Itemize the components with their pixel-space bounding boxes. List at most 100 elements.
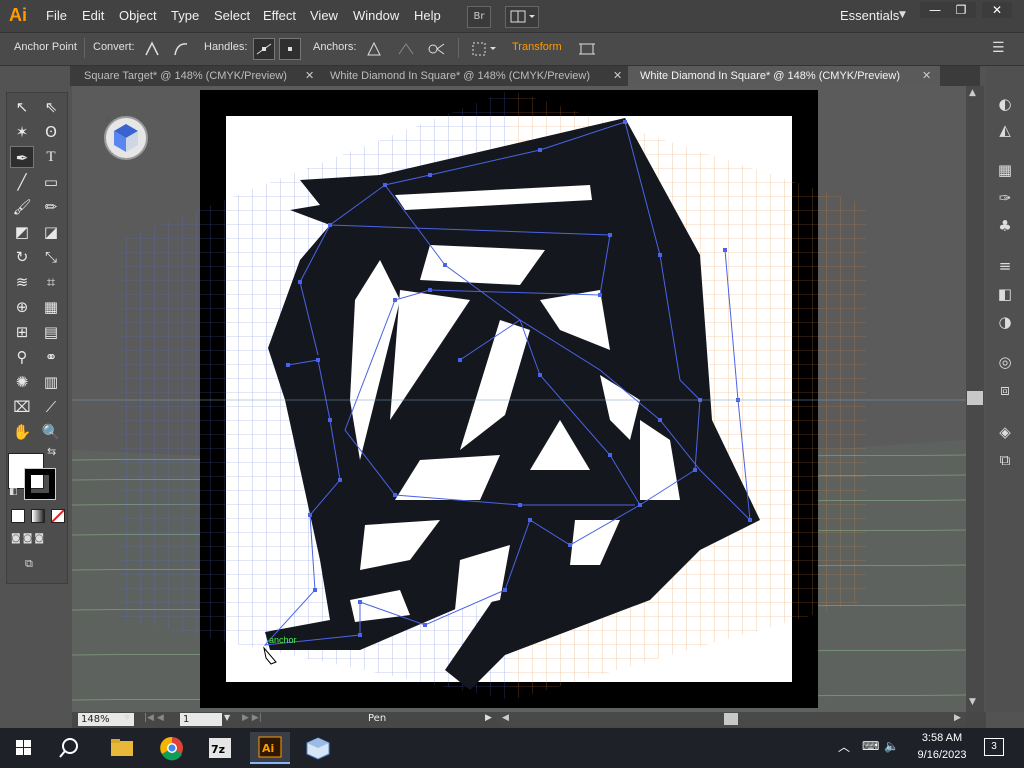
- swatches-icon[interactable]: ▦: [994, 160, 1016, 180]
- show-hidden-icons-icon[interactable]: ︿: [838, 738, 850, 755]
- layers-icon[interactable]: ◈: [994, 422, 1016, 442]
- horizontal-scroll-thumb[interactable]: [724, 713, 738, 725]
- eraser-tool-icon[interactable]: ◪: [39, 221, 63, 243]
- blend-tool-icon[interactable]: ⚭: [39, 346, 63, 368]
- artboard-number-field[interactable]: 1: [180, 713, 222, 726]
- clock-time[interactable]: 3:58 AM: [912, 732, 972, 744]
- illustrator-taskbar-button[interactable]: Ai: [250, 732, 290, 764]
- chevron-down-icon[interactable]: ▼: [124, 713, 130, 722]
- panel-menu-icon[interactable]: ☰: [992, 40, 1005, 56]
- symbols-icon[interactable]: ♣: [994, 216, 1016, 236]
- menu-window[interactable]: Window: [353, 8, 399, 23]
- convert-to-corner-button[interactable]: [141, 38, 163, 60]
- draw-modes-icon[interactable]: ◙◙◙: [11, 533, 61, 547]
- menu-help[interactable]: Help: [414, 8, 441, 23]
- transform-link[interactable]: Transform: [512, 41, 562, 53]
- remove-anchor-button[interactable]: [363, 38, 385, 60]
- menu-file[interactable]: File: [46, 8, 67, 23]
- bridge-button[interactable]: Br: [467, 6, 491, 28]
- close-button[interactable]: ✕: [982, 2, 1012, 18]
- stroke-swatch[interactable]: [24, 468, 56, 500]
- appearance-icon[interactable]: ◎: [994, 352, 1016, 372]
- warp-tool-icon[interactable]: ≋: [10, 271, 34, 293]
- pen-tool-icon[interactable]: ✒: [10, 146, 34, 168]
- connect-anchors-button[interactable]: [395, 38, 417, 60]
- scroll-right-icon[interactable]: ▶: [954, 713, 961, 723]
- scroll-down-icon[interactable]: ▼: [969, 697, 976, 707]
- hide-handles-button[interactable]: [279, 38, 301, 60]
- volume-icon[interactable]: 🔈: [884, 739, 899, 753]
- workspace-switcher[interactable]: Essentials: [840, 8, 899, 23]
- gradient-tool-icon[interactable]: ▤: [39, 321, 63, 343]
- menu-select[interactable]: Select: [214, 8, 250, 23]
- screen-mode-icon[interactable]: ⧉: [25, 557, 45, 571]
- menu-edit[interactable]: Edit: [82, 8, 104, 23]
- transparency-icon[interactable]: ◑: [994, 312, 1016, 332]
- stroke-icon[interactable]: ≡: [994, 256, 1016, 276]
- blob-brush-tool-icon[interactable]: ◩: [10, 221, 34, 243]
- shape-builder-tool-icon[interactable]: ⊕: [10, 296, 34, 318]
- eyedropper-tool-icon[interactable]: ⚲: [10, 346, 34, 368]
- color-guide-icon[interactable]: ◐: [994, 94, 1016, 114]
- artboards-icon[interactable]: ⧉: [994, 450, 1016, 470]
- swap-colors-icon[interactable]: ⇆: [47, 445, 56, 458]
- direct-selection-tool-icon[interactable]: ⇖: [39, 96, 63, 118]
- scroll-up-icon[interactable]: ▲: [969, 88, 976, 98]
- menu-effect[interactable]: Effect: [263, 8, 296, 23]
- gradient-icon[interactable]: ◧: [994, 284, 1016, 304]
- color-icon[interactable]: ◭: [994, 120, 1016, 140]
- line-tool-icon[interactable]: ╱: [10, 171, 34, 193]
- brushes-icon[interactable]: ✑: [994, 188, 1016, 208]
- start-button[interactable]: [4, 732, 44, 764]
- close-icon[interactable]: ✕: [613, 69, 622, 82]
- mesh-tool-icon[interactable]: ⊞: [10, 321, 34, 343]
- clock-date[interactable]: 9/16/2023: [910, 749, 974, 761]
- menu-object[interactable]: Object: [119, 8, 157, 23]
- free-transform-tool-icon[interactable]: ⌗: [39, 271, 63, 293]
- graphic-styles-icon[interactable]: ⧈: [994, 380, 1016, 400]
- gradient-mode-button[interactable]: [31, 509, 45, 523]
- show-handles-button[interactable]: [253, 38, 275, 60]
- type-tool-icon[interactable]: T: [39, 146, 63, 168]
- isolate-button[interactable]: [576, 38, 598, 60]
- tab-white-diamond-1[interactable]: White Diamond In Square* @ 148% (CMYK/Pr…: [318, 66, 628, 86]
- zoom-tool-icon[interactable]: 🔍: [39, 421, 63, 443]
- menu-type[interactable]: Type: [171, 8, 199, 23]
- close-icon[interactable]: ✕: [305, 69, 314, 82]
- artboard-tool-icon[interactable]: ⌧: [10, 396, 34, 418]
- close-icon[interactable]: ✕: [922, 69, 931, 82]
- menu-view[interactable]: View: [310, 8, 338, 23]
- chrome-button[interactable]: [152, 732, 192, 764]
- selection-tool-icon[interactable]: ↖: [10, 96, 34, 118]
- perspective-grid-widget[interactable]: ×: [104, 115, 148, 160]
- last-artboard-icon[interactable]: ▶ ▶|: [242, 713, 262, 723]
- cut-path-button[interactable]: [425, 38, 447, 60]
- perspective-grid-tool-icon[interactable]: ▦: [39, 296, 63, 318]
- chevron-down-icon[interactable]: ▼: [224, 713, 230, 722]
- color-mode-button[interactable]: [11, 509, 25, 523]
- align-selection-button[interactable]: [468, 38, 496, 60]
- convert-to-smooth-button[interactable]: [170, 38, 192, 60]
- rotate-tool-icon[interactable]: ↻: [10, 246, 34, 268]
- magic-wand-tool-icon[interactable]: ✶: [10, 121, 34, 143]
- default-colors-icon[interactable]: ◧: [9, 487, 18, 497]
- paintbrush-tool-icon[interactable]: 🖌: [10, 196, 34, 218]
- app-taskbar-button[interactable]: [298, 732, 338, 764]
- slice-tool-icon[interactable]: ⟋: [39, 396, 63, 418]
- 7zip-button[interactable]: 7z: [200, 732, 240, 764]
- arrange-documents-button[interactable]: [505, 6, 539, 28]
- notification-center-button[interactable]: 3: [984, 738, 1004, 756]
- pencil-tool-icon[interactable]: ✏: [39, 196, 63, 218]
- tab-white-diamond-2[interactable]: White Diamond In Square* @ 148% (CMYK/Pr…: [628, 66, 940, 86]
- graph-tool-icon[interactable]: ▥: [39, 371, 63, 393]
- artboard-canvas[interactable]: × anchor: [72, 86, 966, 712]
- first-artboard-icon[interactable]: |◀ ◀: [144, 713, 164, 723]
- search-button[interactable]: [52, 732, 92, 764]
- restore-button[interactable]: ❐: [946, 2, 976, 18]
- scale-tool-icon[interactable]: ⤡: [39, 246, 63, 268]
- rectangle-tool-icon[interactable]: ▭: [39, 171, 63, 193]
- symbol-sprayer-tool-icon[interactable]: ✺: [10, 371, 34, 393]
- scroll-left-icon[interactable]: ◀: [502, 713, 509, 723]
- vertical-scroll-thumb[interactable]: [967, 391, 983, 405]
- network-icon[interactable]: ⌨: [862, 739, 879, 753]
